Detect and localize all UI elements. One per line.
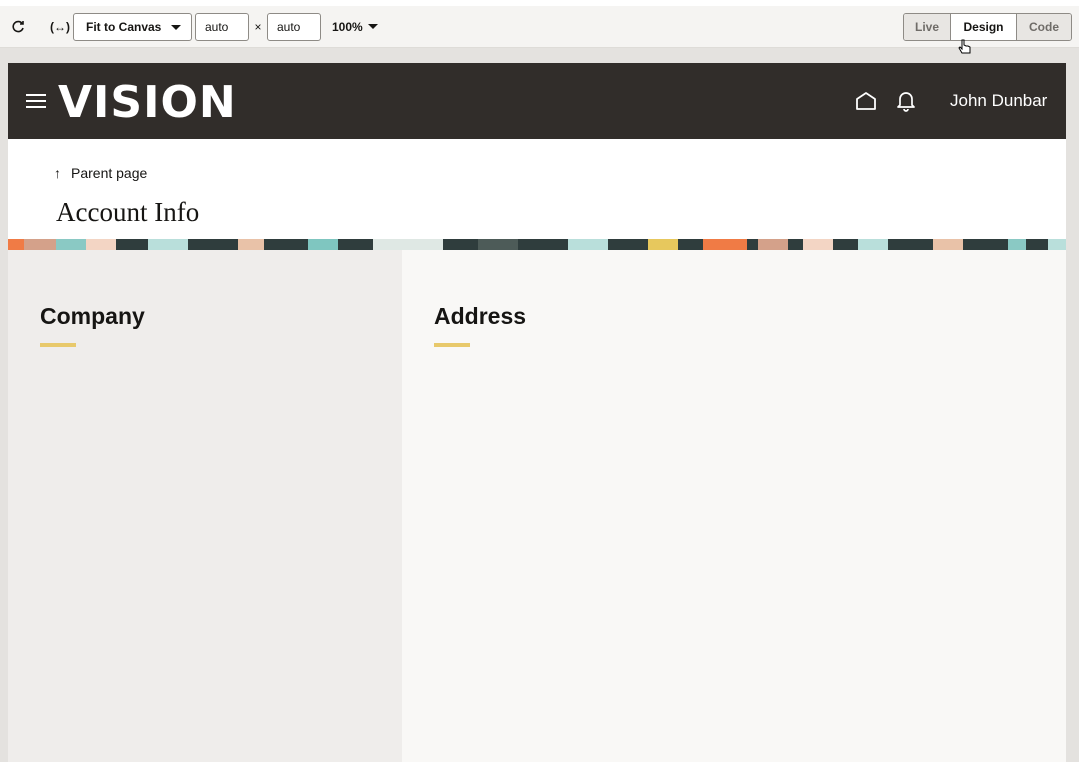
height-input[interactable]: auto (267, 13, 321, 41)
app-header: VISION John Dunbar (8, 63, 1066, 139)
mode-design-button[interactable]: Design (951, 14, 1017, 40)
company-heading: Company (40, 303, 145, 329)
chevron-down-icon (368, 24, 378, 29)
page-title: Account Info (56, 197, 200, 227)
bell-icon[interactable] (896, 90, 916, 117)
zoom-select[interactable]: 100% (332, 13, 388, 41)
vision-logo: VISION (58, 77, 237, 128)
home-icon[interactable] (855, 91, 877, 116)
mode-code-button[interactable]: Code (1017, 14, 1071, 40)
designer-toolbar: (↔) Fit to Canvas auto × auto 100% Live … (0, 0, 1079, 54)
width-input[interactable]: auto (195, 13, 249, 41)
user-name-menu[interactable]: John Dunbar (950, 91, 1047, 111)
times-separator: × (254, 20, 262, 34)
fit-to-canvas-select[interactable]: Fit to Canvas (73, 13, 192, 41)
breadcrumb-parent-link[interactable]: Parent page (71, 165, 147, 181)
mode-switcher: Live Design Code (903, 13, 1072, 41)
address-heading: Address (434, 303, 527, 329)
address-panel: Address (402, 250, 1066, 762)
hamburger-icon[interactable] (26, 94, 46, 109)
pointer-cursor-icon (958, 39, 972, 60)
company-heading-underline (40, 343, 76, 347)
address-heading-underline (434, 343, 470, 347)
decorative-banner (8, 239, 1066, 250)
arrow-up-icon: ↑ (54, 165, 61, 181)
refresh-icon[interactable] (8, 13, 28, 41)
bindings-icon[interactable]: (↔) (50, 13, 70, 41)
company-panel: Company (8, 250, 402, 762)
chevron-down-icon (171, 25, 181, 30)
app-preview: VISION John Dunbar ↑ Parent page Account… (8, 63, 1066, 762)
mode-live-button[interactable]: Live (904, 14, 951, 40)
fit-to-canvas-label: Fit to Canvas (86, 20, 162, 34)
zoom-label: 100% (332, 20, 363, 34)
breadcrumb[interactable]: ↑ Parent page (54, 165, 147, 181)
